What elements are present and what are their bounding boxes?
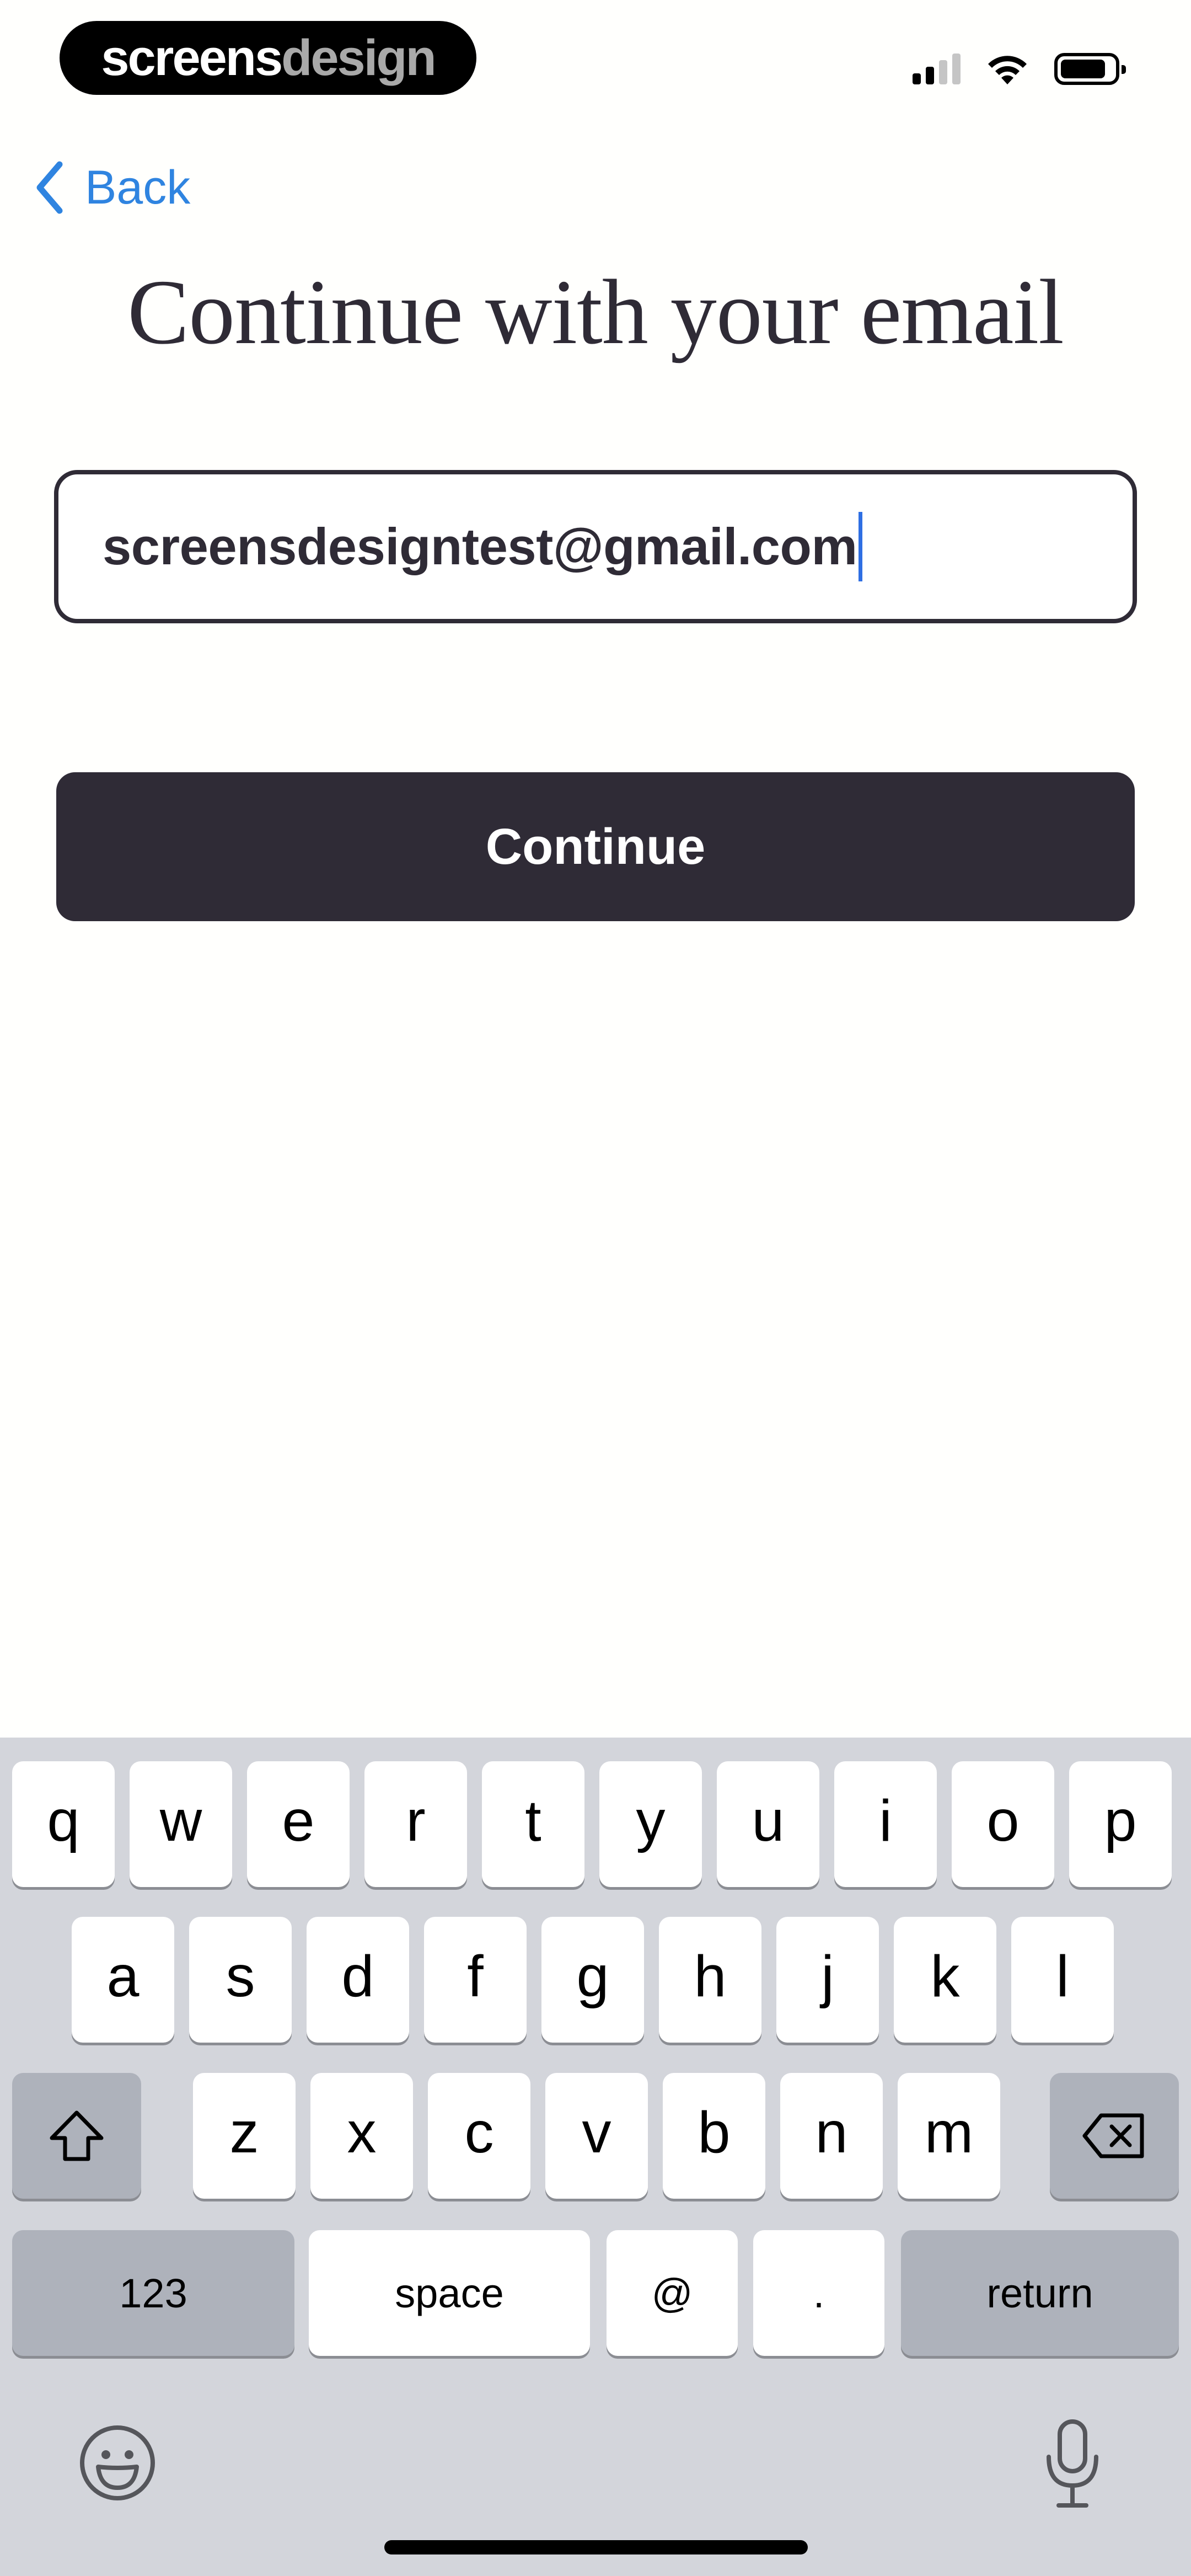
battery-level (1061, 60, 1105, 78)
key-s[interactable]: s (189, 1917, 292, 2043)
key-r[interactable]: r (364, 1761, 467, 1887)
page-title: Continue with your email (127, 261, 1064, 364)
key-u[interactable]: u (717, 1761, 819, 1887)
key-label: l (1056, 1943, 1069, 2009)
key-e[interactable]: e (247, 1761, 350, 1887)
key-y[interactable]: y (599, 1761, 702, 1887)
key-label: d (341, 1943, 374, 2009)
brand-logo-part1: screens (101, 30, 283, 86)
dot-key[interactable]: . (753, 2230, 884, 2356)
key-label: u (752, 1788, 785, 1853)
key-label: b (698, 2099, 731, 2165)
key-label: v (582, 2099, 611, 2165)
email-value: screensdesigntest@gmail.com (103, 517, 857, 575)
key-label: h (694, 1943, 727, 2009)
key-x[interactable]: x (310, 2073, 413, 2199)
key-label: y (636, 1788, 666, 1853)
shift-key[interactable] (12, 2073, 141, 2199)
shift-icon (50, 2110, 104, 2161)
key-label: c (464, 2099, 494, 2165)
key-label: t (525, 1788, 541, 1853)
delete-key[interactable] (1050, 2073, 1179, 2199)
key-o[interactable]: o (952, 1761, 1054, 1887)
continue-button[interactable]: Continue (56, 772, 1135, 921)
home-indicator (384, 2540, 808, 2554)
key-p[interactable]: p (1069, 1761, 1172, 1887)
back-label: Back (85, 161, 191, 214)
key-i[interactable]: i (834, 1761, 937, 1887)
key-label: e (282, 1788, 315, 1853)
key-label: s (226, 1943, 255, 2009)
key-label: j (821, 1943, 834, 2009)
key-v[interactable]: v (545, 2073, 648, 2199)
key-l[interactable]: l (1011, 1917, 1114, 2043)
space-key[interactable]: space (309, 2230, 590, 2356)
key-w[interactable]: w (130, 1761, 232, 1887)
return-key[interactable]: return (901, 2230, 1179, 2356)
key-label: w (159, 1788, 202, 1853)
wifi-icon (988, 56, 1027, 84)
key-label: r (406, 1788, 426, 1853)
microphone-icon[interactable] (1042, 2417, 1103, 2511)
key-b[interactable]: b (663, 2073, 765, 2199)
key-label: o (986, 1788, 1020, 1853)
key-label: i (879, 1788, 892, 1853)
key-a[interactable]: a (72, 1917, 174, 2043)
key-d[interactable]: d (307, 1917, 409, 2043)
numbers-key[interactable]: 123 (12, 2230, 294, 2356)
key-h[interactable]: h (659, 1917, 761, 2043)
key-label: g (576, 1943, 609, 2009)
brand-logo: screens design (60, 21, 476, 95)
keyboard: q w e r t y u i o p a s d f g h j k l z x c v b n m 123 space @… (0, 1738, 1191, 2576)
key-t[interactable]: t (482, 1761, 584, 1887)
key-q[interactable]: q (12, 1761, 115, 1887)
key-label: a (106, 1943, 140, 2009)
key-label: p (1104, 1788, 1137, 1853)
back-button[interactable]: Back (33, 160, 190, 215)
key-m[interactable]: m (898, 2073, 1000, 2199)
battery-icon (1054, 53, 1126, 85)
status-bar: screens design (0, 0, 1191, 121)
cellular-signal-icon (913, 54, 961, 84)
text-cursor (858, 512, 862, 581)
key-j[interactable]: j (776, 1917, 879, 2043)
key-f[interactable]: f (424, 1917, 527, 2043)
key-label: k (930, 1943, 960, 2009)
key-label: n (815, 2099, 848, 2165)
at-key[interactable]: @ (607, 2230, 738, 2356)
key-n[interactable]: n (780, 2073, 883, 2199)
key-z[interactable]: z (193, 2073, 296, 2199)
delete-icon (1082, 2113, 1144, 2158)
key-label: x (347, 2099, 377, 2165)
key-g[interactable]: g (541, 1917, 644, 2043)
chevron-left-icon (36, 161, 63, 214)
emoji-icon[interactable] (77, 2423, 158, 2503)
key-label: f (467, 1943, 484, 2009)
key-label: m (924, 2099, 974, 2165)
key-label: z (229, 2099, 259, 2165)
key-label: q (47, 1788, 80, 1853)
email-field[interactable]: screensdesigntest@gmail.com (54, 470, 1137, 623)
brand-logo-part2: design (281, 30, 436, 86)
key-k[interactable]: k (894, 1917, 996, 2043)
key-c[interactable]: c (428, 2073, 530, 2199)
status-icons (913, 50, 1126, 88)
